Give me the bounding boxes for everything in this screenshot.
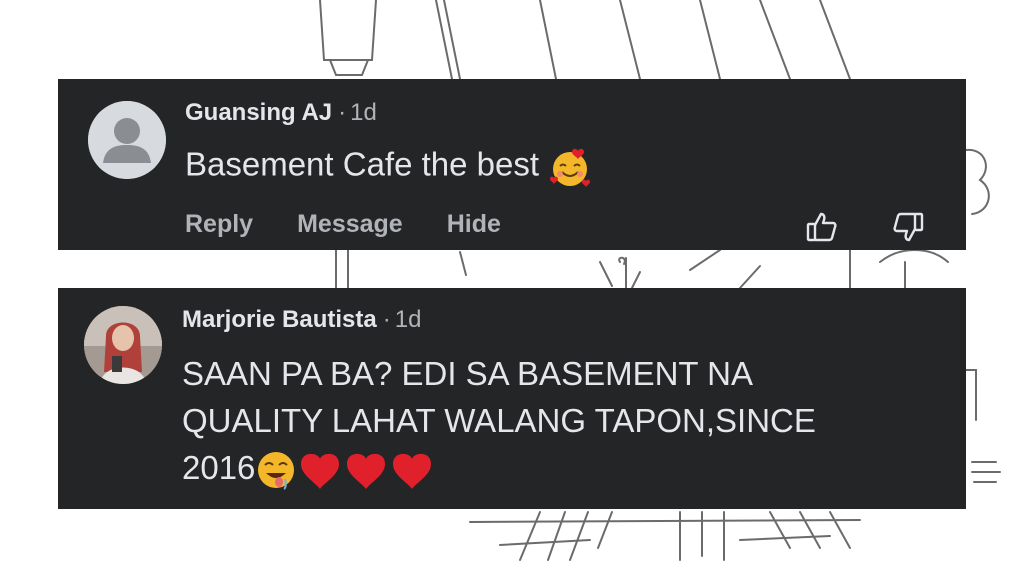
comment-text-line: QUALITY LAHAT WALANG TAPON,SINCE bbox=[182, 402, 816, 439]
user-avatar-photo[interactable] bbox=[84, 306, 162, 384]
smiling-face-with-hearts-emoji-icon bbox=[550, 148, 591, 187]
person-silhouette-icon bbox=[88, 101, 166, 179]
author-name[interactable]: Marjorie Bautista bbox=[182, 306, 377, 333]
message-button[interactable]: Message bbox=[297, 210, 403, 238]
comment-text-year: 2016 bbox=[182, 449, 256, 486]
comment-text-line: 2016 bbox=[182, 444, 922, 491]
drooling-face-emoji-icon bbox=[258, 452, 295, 491]
red-heart-emoji-icon bbox=[301, 454, 340, 490]
red-heart-emoji-icon bbox=[393, 454, 432, 490]
separator-dot: · bbox=[338, 99, 347, 126]
comment-header: Guansing AJ · 1d bbox=[185, 99, 377, 127]
comment-text: SAAN PA BA? EDI SA BASEMENT NA QUALITY L… bbox=[182, 350, 922, 491]
author-name[interactable]: Guansing AJ bbox=[185, 99, 332, 126]
thumbs-up-icon[interactable] bbox=[804, 209, 840, 245]
comment-actions: Reply Message Hide bbox=[185, 210, 545, 239]
red-heart-emoji-icon bbox=[347, 454, 386, 490]
profile-photo-icon bbox=[84, 306, 162, 384]
comment-card: Marjorie Bautista · 1d SAAN PA BA? EDI SA … bbox=[58, 288, 966, 509]
separator-dot: · bbox=[382, 306, 391, 333]
hide-button[interactable]: Hide bbox=[447, 210, 501, 238]
comment-card: Guansing AJ · 1d Basement Cafe the best Re… bbox=[58, 79, 966, 250]
comment-text-content: Basement Cafe the best bbox=[185, 145, 540, 183]
comment-text: Basement Cafe the best bbox=[185, 145, 592, 189]
thumbs-down-icon[interactable] bbox=[890, 209, 926, 245]
comment-header: Marjorie Bautista · 1d bbox=[182, 306, 421, 334]
reply-button[interactable]: Reply bbox=[185, 210, 253, 238]
comment-timestamp[interactable]: 1d bbox=[395, 306, 422, 333]
default-avatar[interactable] bbox=[88, 101, 166, 179]
comment-text-line: SAAN PA BA? EDI SA BASEMENT NA bbox=[182, 355, 753, 392]
comment-timestamp[interactable]: 1d bbox=[350, 99, 377, 126]
